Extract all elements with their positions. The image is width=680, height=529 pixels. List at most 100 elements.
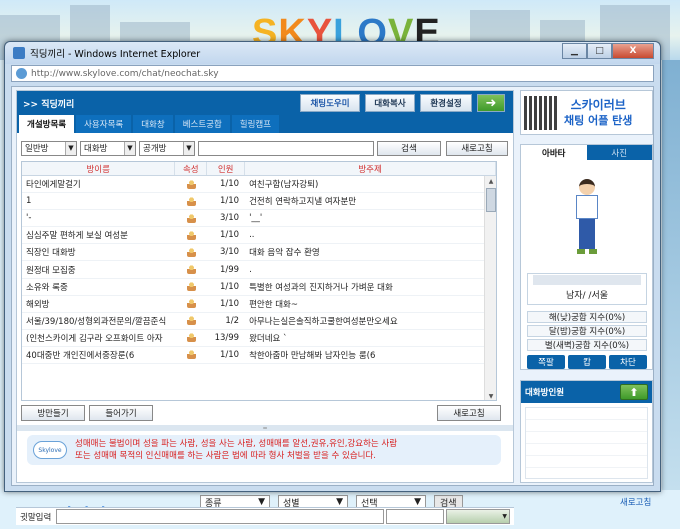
col-count[interactable]: 인원 xyxy=(207,162,246,175)
tab-healing-camp[interactable]: 힐링캠프 xyxy=(231,115,280,133)
tab-avatar[interactable]: 아바타 xyxy=(521,145,587,160)
table-body: 타인에게말걸기 1/10 여친구함(남자강퇴) 1 1/10 건전히 연락하고지낼 여자분… xyxy=(22,176,496,365)
scroll-thumb xyxy=(486,188,496,212)
table-row[interactable]: 심심주말 편하게 보실 여성분 1/10.. xyxy=(22,227,496,245)
col-attr[interactable]: 속성 xyxy=(175,162,208,175)
address-bar[interactable]: http://www.skylove.com/chat/neochat.sky xyxy=(11,65,654,82)
cap-button[interactable]: 캅 xyxy=(568,355,606,369)
scroll-up-icon: ▲ xyxy=(488,178,494,185)
address-url: http://www.skylove.com/chat/neochat.sky xyxy=(31,68,219,79)
close-button[interactable]: X xyxy=(612,43,654,59)
table-row[interactable]: 1 1/10 건전히 연락하고지낼 여자분만 xyxy=(22,193,496,211)
table-row[interactable]: 소유와 록중 1/10 특별한 여성과의 진지하거나 가벼운 대화 xyxy=(22,279,496,296)
whisper-input-bar: 귓말입력 ▼ xyxy=(16,507,514,525)
side-panel: 스카이러브 채팅 어플 탄생 아바타 사진 남자/ /서울 해(낮)궁합 지수( xyxy=(520,90,653,483)
arrow-up-icon[interactable]: ⬆ xyxy=(620,384,648,400)
tab-user-list[interactable]: 사용자목록 xyxy=(76,115,132,133)
window-title: 직딩끼리 - Windows Internet Explorer xyxy=(30,49,201,60)
create-room-button[interactable]: 방만들기 xyxy=(21,405,85,421)
room-count: 1/10 xyxy=(219,230,240,241)
copy-chat-button[interactable]: 대화복사 xyxy=(365,94,415,112)
tab-chat-window[interactable]: 대화창 xyxy=(133,115,173,133)
table-row[interactable]: '- 3/10 '__' xyxy=(22,210,496,228)
room-count: 3/10 xyxy=(219,247,240,258)
table-row[interactable]: (인천스카이게 김구라 오프화이트 아자 13/99 왔더네요 ` xyxy=(22,330,496,347)
person-icon xyxy=(186,213,196,223)
notice-line: 또는 성매매 목적의 인신매매를 하는 사람은 법에 따라 형사 처벌을 받을 … xyxy=(75,451,377,461)
whisper-text-input[interactable] xyxy=(56,509,384,524)
window-titlebar[interactable]: 직딩끼리 - Windows Internet Explorer ▁ □ X xyxy=(5,42,660,64)
room-topic: . xyxy=(249,264,252,275)
room-count: 13/99 xyxy=(214,332,240,343)
room-name: 소유와 록중 xyxy=(26,282,68,293)
room-count: 1/10 xyxy=(219,179,240,190)
participants-title: 대화방인원 xyxy=(525,388,565,398)
room-topic: 착한아줌마 만남해봐 남자인능 룸(6 xyxy=(249,350,376,361)
banner-subtitle: 채팅 어플 탄생 xyxy=(564,113,633,127)
chevron-down-icon: ▼ xyxy=(124,141,135,155)
user-info: 남자/ /서울 xyxy=(565,291,609,301)
banner-title: 스카이러브 xyxy=(570,97,626,112)
chat-content: >> 직딩끼리 채팅도우미 대화복사 환경설정 ➜ 개설방목록 사용자목록 대화… xyxy=(11,86,654,525)
room-list-panel: >> 직딩끼리 채팅도우미 대화복사 환경설정 ➜ 개설방목록 사용자목록 대화… xyxy=(16,90,514,483)
col-topic[interactable]: 방주제 xyxy=(245,162,496,175)
table-actions: 방만들기 들어가기 새로고침 xyxy=(21,405,501,421)
room-count: 1/99 xyxy=(219,264,240,275)
block-button[interactable]: 차단 xyxy=(609,355,647,369)
chat-help-button[interactable]: 채팅도우미 xyxy=(300,94,360,112)
table-row[interactable]: 원정대 모집중 1/99. xyxy=(22,261,496,279)
maximize-button[interactable]: □ xyxy=(587,43,612,59)
go-arrow-button[interactable]: ➜ xyxy=(477,94,505,112)
chat-tabs: 개설방목록 사용자목록 대화창 베스트궁합 힐링캠프 xyxy=(17,115,513,133)
room-topic: 대화 음악 잡수 환영 xyxy=(249,248,320,259)
room-search-input[interactable] xyxy=(198,140,374,156)
room-type-select[interactable]: 일반방 ▼ xyxy=(21,140,77,156)
stat-day: 해(낮)궁합 지수(0%) xyxy=(527,311,647,323)
panel-splitter[interactable]: ═ xyxy=(17,425,513,432)
table-row[interactable]: 타인에게말걸기 1/10 여친구함(남자강퇴) xyxy=(22,176,496,194)
room-name: 1 xyxy=(26,196,32,207)
ie-window: 직딩끼리 - Windows Internet Explorer ▁ □ X h… xyxy=(4,41,661,525)
filter-row: 일반방 ▼ 대화방 ▼ 공개방 ▼ 검색 새로고침 xyxy=(17,139,513,157)
note-button[interactable]: 쪽팔 xyxy=(527,355,565,369)
participants-panel: 대화방인원 ⬆ xyxy=(520,380,653,483)
visibility-select[interactable]: 공개방 ▼ xyxy=(139,140,195,156)
tab-room-list[interactable]: 개설방목록 xyxy=(19,115,75,133)
room-count: 1/10 xyxy=(219,281,240,292)
room-topic: 왔더네요 ` xyxy=(249,333,288,344)
enter-room-button[interactable]: 들어가기 xyxy=(89,405,153,421)
room-table: 방이름 속성 인원 방주제 타인에게말걸기 1/10 여친구함(남자강퇴) 1 1/10… xyxy=(21,161,497,401)
room-name: '- xyxy=(26,213,32,224)
page-side-decoration xyxy=(662,60,680,490)
table-row[interactable]: 직장인 대화방 3/10 대화 음악 잡수 환영 xyxy=(22,244,496,262)
list-refresh-button[interactable]: 새로고침 xyxy=(437,405,501,421)
tab-best-match[interactable]: 베스트궁합 xyxy=(174,115,230,133)
qr-code-icon xyxy=(524,95,558,130)
chat-type-select[interactable]: 대화방 ▼ xyxy=(80,140,136,156)
col-room-name[interactable]: 방이름 xyxy=(22,162,176,175)
table-scrollbar[interactable]: ▲ ▼ xyxy=(484,176,496,400)
person-icon xyxy=(186,299,196,309)
scroll-down-icon: ▼ xyxy=(488,393,494,400)
app-banner[interactable]: 스카이러브 채팅 어플 탄생 xyxy=(520,90,653,135)
room-name: 직장인 대화방 xyxy=(26,248,76,259)
participants-list[interactable] xyxy=(525,407,648,479)
minimize-button[interactable]: ▁ xyxy=(562,43,587,59)
table-row[interactable]: 해외방 1/10 편안한 대화~ xyxy=(22,296,496,313)
table-row[interactable]: 40대중반 개인진에서중장룬(6 1/10 착한아줌마 만남해봐 남자인능 룸(6 xyxy=(22,347,496,365)
room-count: 1/10 xyxy=(219,349,240,360)
settings-button[interactable]: 환경설정 xyxy=(420,94,472,112)
whisper-dropdown[interactable]: ▼ xyxy=(446,509,510,524)
table-row[interactable]: 서울/39/180/성형외과전문의/깔끔준식 1/2 아무나는실은솔직하고쿨한여성분… xyxy=(22,313,496,330)
whisper-label: 귓말입력 xyxy=(20,512,52,523)
tab-photo[interactable]: 사진 xyxy=(586,145,652,160)
room-name: 40대중반 개인진에서중장룬(6 xyxy=(26,350,135,361)
refresh-button[interactable]: 새로고침 xyxy=(446,140,508,156)
room-topic: 건전히 연락하고지낼 여자분만 xyxy=(249,197,357,208)
bottom-refresh-link[interactable]: 새로고침 xyxy=(620,496,651,508)
room-topic: 아무나는실은솔직하고쿨한여성분만오세요 xyxy=(249,316,398,327)
search-button[interactable]: 검색 xyxy=(377,140,441,156)
whisper-target-input[interactable] xyxy=(386,509,444,524)
skylove-cloud-logo: Skylove xyxy=(33,441,67,459)
room-name: 원정대 모집중 xyxy=(26,265,76,276)
